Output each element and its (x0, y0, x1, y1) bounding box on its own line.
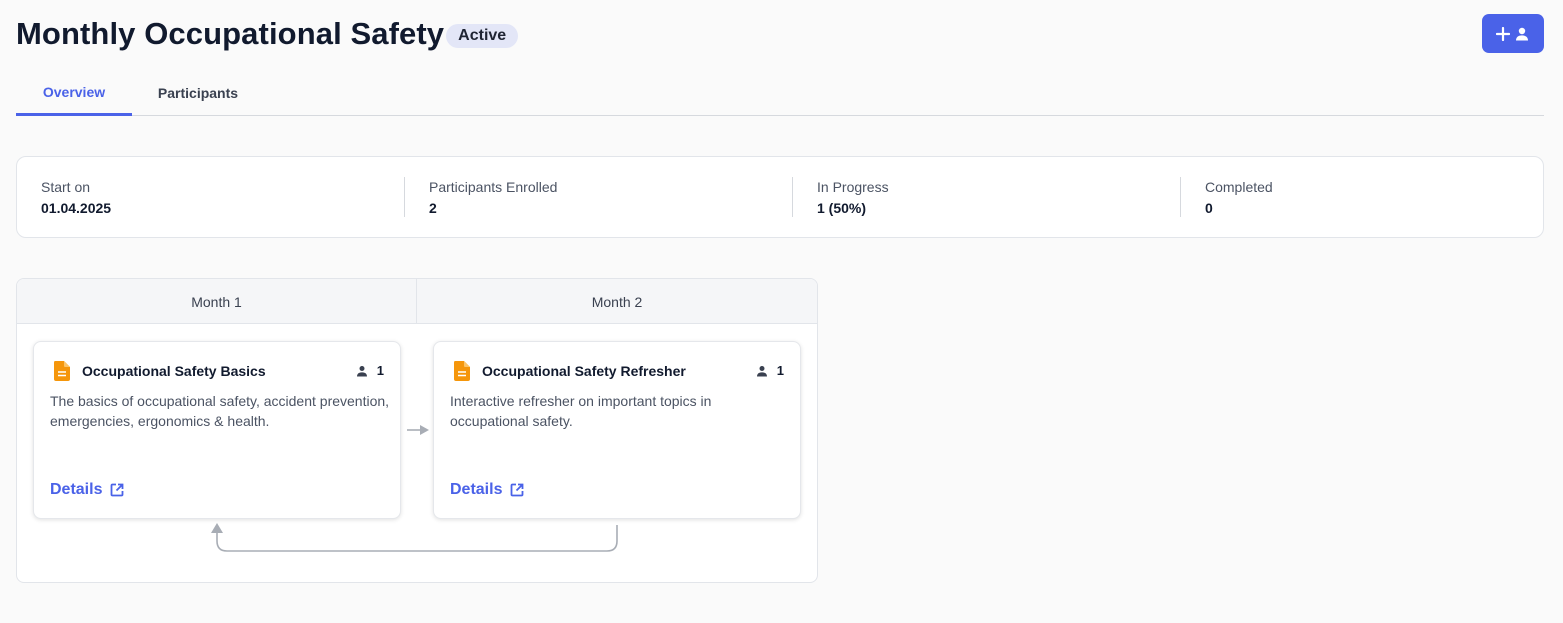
course-title: Occupational Safety Basics (82, 363, 266, 379)
loop-arrow-head (211, 523, 223, 533)
page: Monthly Occupational Safety Active Overv… (0, 0, 1563, 623)
loop-arrow-line (216, 525, 618, 552)
stat-value: 01.04.2025 (41, 200, 112, 216)
stats-card: Start on 01.04.2025 Participants Enrolle… (16, 156, 1544, 238)
details-label: Details (450, 481, 503, 498)
participant-count-value: 1 (376, 363, 384, 378)
user-icon (1516, 27, 1528, 40)
add-participant-button[interactable] (1482, 14, 1544, 53)
course-title: Occupational Safety Refresher (482, 363, 686, 379)
document-icon (54, 361, 70, 381)
details-label: Details (50, 481, 103, 498)
stat-participants-enrolled: Participants Enrolled 2 (429, 179, 557, 216)
external-link-icon (111, 483, 124, 497)
document-icon (454, 361, 470, 381)
course-description: The basics of occupational safety, accid… (50, 393, 390, 429)
learning-plan: Month 1 Month 2 Occupational Safety Basi… (16, 278, 818, 583)
stat-value: 1 (50%) (817, 200, 867, 216)
page-header: Monthly Occupational Safety Active (16, 14, 519, 54)
plus-icon (1496, 26, 1510, 41)
person-icon (356, 365, 367, 376)
stat-divider (792, 177, 793, 217)
stat-divider (404, 177, 405, 217)
stat-label: In Progress (817, 179, 889, 195)
course-description: Interactive refresher on important topic… (450, 393, 712, 429)
tab-overview[interactable]: Overview (16, 70, 132, 116)
person-icon (756, 365, 767, 376)
stat-label: Start on (41, 179, 91, 195)
stat-label: Completed (1205, 179, 1273, 195)
stat-start-on: Start on 01.04.2025 (41, 179, 111, 216)
external-link-icon (511, 483, 524, 497)
status-badge: Active (446, 24, 519, 48)
stat-divider (1180, 177, 1181, 217)
page-title: Monthly Occupational Safety (16, 16, 445, 51)
stat-label: Participants Enrolled (429, 179, 558, 195)
participant-count-value: 1 (776, 363, 784, 378)
participant-count: 1 (756, 363, 784, 378)
details-link[interactable]: Details (50, 481, 124, 499)
stat-value: 2 (429, 200, 437, 216)
course-card[interactable]: Occupational Safety Basics 1 The basics … (33, 341, 401, 519)
tab-bar: Overview Participants (16, 70, 1544, 116)
participant-count: 1 (356, 363, 384, 378)
stat-completed: Completed 0 (1205, 179, 1273, 216)
stat-in-progress: In Progress 1 (50%) (817, 179, 889, 216)
tab-participants[interactable]: Participants (140, 70, 256, 116)
details-link[interactable]: Details (450, 481, 524, 499)
stat-value: 0 (1205, 200, 1213, 216)
course-card[interactable]: Occupational Safety Refresher 1 Interact… (433, 341, 801, 519)
forward-arrow-head (420, 425, 429, 435)
